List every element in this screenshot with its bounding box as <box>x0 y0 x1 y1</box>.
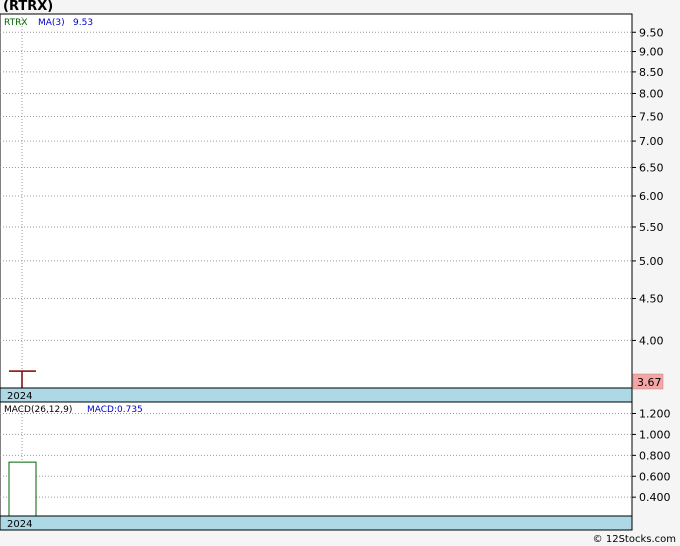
macd-axis: 1.200 1.000 0.800 0.600 0.400 <box>632 408 671 504</box>
legend-ma-value: 9.53 <box>73 18 93 28</box>
price-axis: 9.50 9.00 8.50 8.00 7.50 7.00 6.50 6.00 5.50 5.00… <box>632 26 664 347</box>
price-tick-label: 7.50 <box>639 110 664 123</box>
price-date-band <box>0 387 633 403</box>
macd-date-label: 2024 <box>7 519 32 530</box>
macd-legend-value: MACD:0.735 <box>87 405 143 415</box>
price-tick-label: 4.50 <box>639 292 664 305</box>
macd-bars <box>8 461 37 517</box>
macd-tick-label: 1.000 <box>639 428 671 441</box>
macd-tick-label: 0.400 <box>639 491 671 504</box>
price-tick-label: 5.50 <box>639 221 664 234</box>
price-tick-label: 7.00 <box>639 135 664 148</box>
macd-tick-label: 0.800 <box>639 449 671 462</box>
macd-legend-label: MACD(26,12,9) <box>4 405 72 415</box>
credit-text: © 12Stocks.com <box>592 534 676 545</box>
macd-date-band <box>0 515 633 531</box>
price-tick-label: 5.00 <box>639 255 664 268</box>
price-tick-label: 6.50 <box>639 161 664 174</box>
price-tick-label: 9.50 <box>639 26 664 39</box>
price-date-label: 2024 <box>7 391 32 402</box>
last-price-label: 3.67 <box>637 376 662 389</box>
macd-tick-label: 1.200 <box>639 408 671 421</box>
legend-ma-label: MA(3) <box>38 18 65 28</box>
macd-bar <box>8 461 37 517</box>
price-tick-label: 8.50 <box>639 66 664 79</box>
price-tick-label: 4.00 <box>639 334 664 347</box>
price-panel <box>0 13 633 389</box>
macd-panel <box>0 401 633 517</box>
price-tick-label: 8.00 <box>639 87 664 100</box>
price-tick-label: 9.00 <box>639 46 664 59</box>
legend-symbol: RTRX <box>4 18 28 28</box>
macd-tick-label: 0.600 <box>639 470 671 483</box>
price-tick-label: 6.00 <box>639 190 664 203</box>
stock-chart: 9.50 9.00 8.50 8.00 7.50 7.00 6.50 6.00 5.50 5.00… <box>0 13 671 531</box>
